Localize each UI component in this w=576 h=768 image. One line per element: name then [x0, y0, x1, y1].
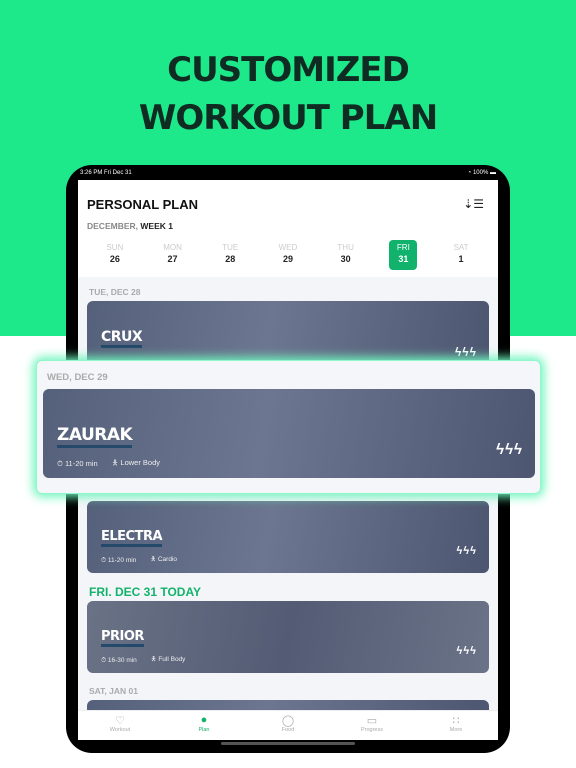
day-mon[interactable]: MON 27 [159, 240, 187, 270]
body-icon: 🯅 Cardio [150, 556, 177, 563]
status-time: 3:26 PM Fri Dec 31 [80, 170, 132, 176]
workout-card-prior[interactable]: PRIOR ⏱ 16-30 min 🯅 Full Body ϟϟϟ [87, 601, 489, 673]
week-label: DECEMBER, WEEK 1 [87, 221, 173, 231]
plan-icon: ● [200, 714, 208, 726]
apple-icon: ◯ [281, 715, 295, 727]
intensity-icon: ϟϟϟ [456, 645, 477, 657]
day-sat[interactable]: SAT 1 [447, 240, 475, 270]
week-day-picker: SUN 26 MON 27 TUE 28 WED 29 THU 30 FRI 31 SAT 1 [78, 240, 498, 270]
intensity-icon: ϟϟϟ [456, 545, 477, 557]
sort-icon[interactable]: ⇣☰ [463, 197, 484, 211]
section-tue: TUE, DEC 28 [89, 287, 141, 297]
home-indicator [221, 742, 355, 745]
day-tue[interactable]: TUE 28 [216, 240, 244, 270]
heart-icon: ♡ [115, 715, 125, 727]
body-icon: 🯅 Full Body [150, 656, 186, 663]
battery: ◔ 100% ▬ [467, 170, 496, 176]
tab-bar: ♡ Workout ● Plan ◯ Food ▭ Progress ∷ More [78, 710, 498, 740]
section-wed: WED, DEC 29 [47, 372, 108, 383]
section-today: FRI. DEC 31 TODAY [89, 585, 202, 599]
body-icon: 🯅 Lower Body [111, 458, 161, 467]
day-fri-selected[interactable]: FRI 31 [389, 240, 418, 270]
headline-line-2: WORKOUT PLAN [138, 98, 438, 138]
tab-food[interactable]: ◯ Food [258, 711, 318, 740]
intensity-icon: ϟϟϟ [496, 441, 523, 458]
day-thu[interactable]: THU 30 [332, 240, 360, 270]
workout-card-electra[interactable]: ELECTRA ⏱ 11-20 min 🯅 Cardio ϟϟϟ [87, 501, 489, 573]
status-bar: 3:26 PM Fri Dec 31 ◔ 100% ▬ [80, 170, 496, 176]
tab-workout[interactable]: ♡ Workout [90, 711, 150, 740]
day-wed[interactable]: WED 29 [274, 240, 302, 270]
headline-line-1: CUSTOMIZED [167, 50, 410, 90]
grid-icon: ∷ [452, 715, 460, 727]
tab-plan[interactable]: ● Plan [174, 711, 234, 740]
progress-icon: ▭ [366, 715, 378, 727]
intensity-icon: ϟϟϟ [454, 345, 477, 359]
stopwatch-icon: ⏱ 11-20 min [101, 556, 137, 564]
highlighted-workout-popup: WED, DEC 29 ZAURAK ⏱ 11-20 min 🯅 Lower Bo… [36, 360, 541, 494]
section-sat: SAT, JAN 01 [89, 686, 138, 696]
tab-more[interactable]: ∷ More [426, 711, 486, 740]
workout-card-zaurak[interactable]: ZAURAK ⏱ 11-20 min 🯅 Lower Body ϟϟϟ [43, 389, 535, 478]
day-sun[interactable]: SUN 26 [101, 240, 129, 270]
plan-header: PERSONAL PLAN ⇣☰ DECEMBER, WEEK 1 SUN 26 … [78, 180, 498, 277]
stopwatch-icon: ⏱ 11-20 min [57, 458, 98, 468]
stopwatch-icon: ⏱ 16-30 min [101, 656, 137, 664]
page-title: PERSONAL PLAN [87, 197, 198, 212]
tab-progress[interactable]: ▭ Progress [342, 711, 402, 740]
